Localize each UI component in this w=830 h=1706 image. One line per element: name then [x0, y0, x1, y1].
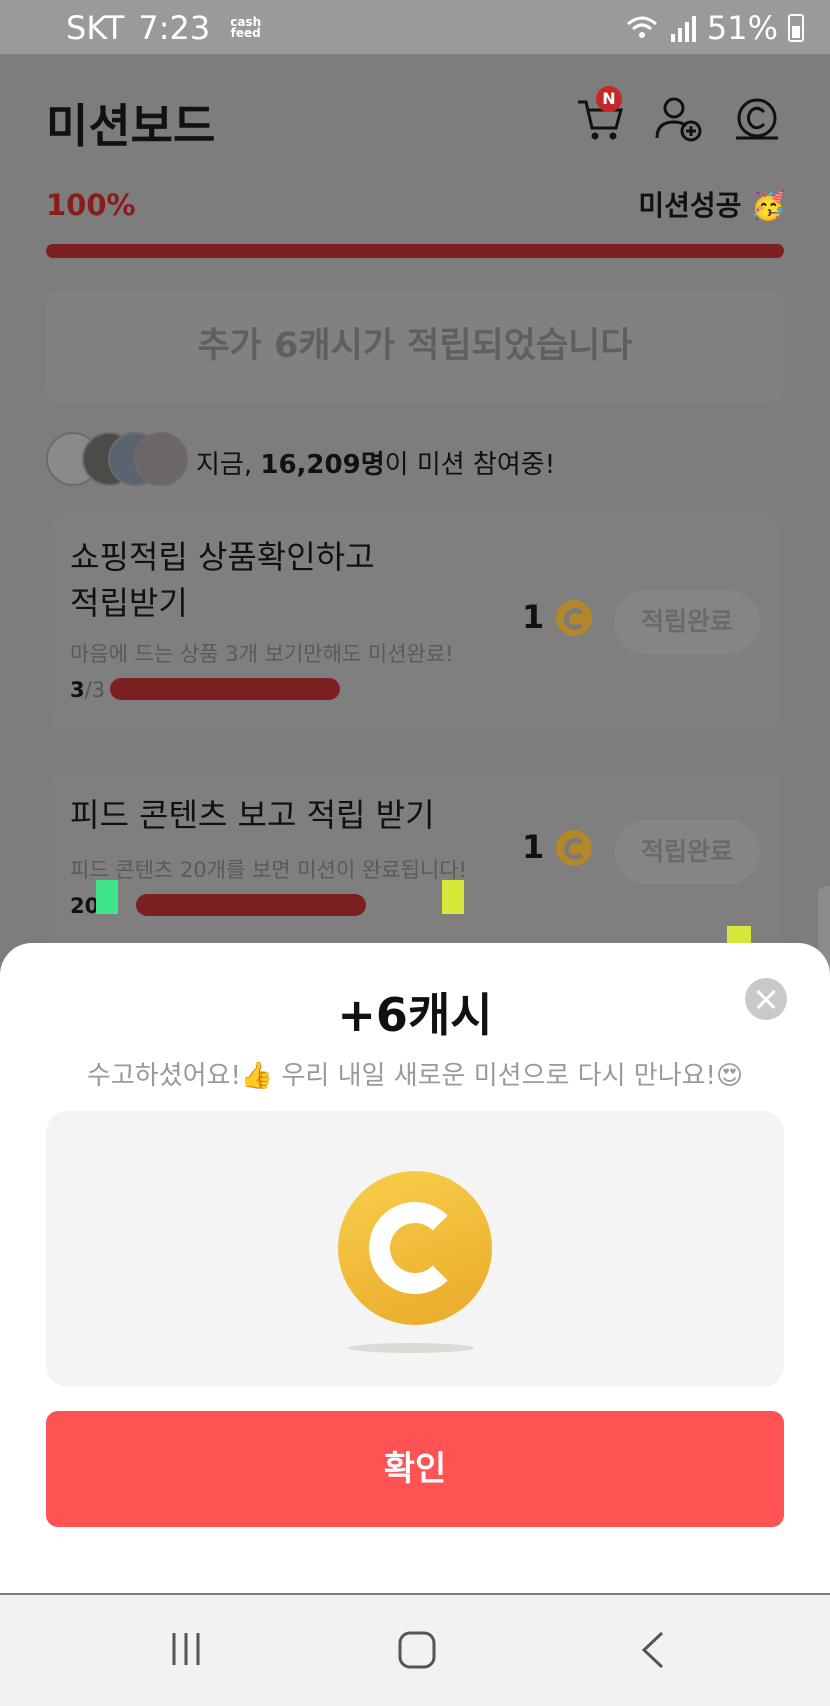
- reward-amount: 1: [522, 828, 545, 866]
- mission-description: 피드 콘텐츠 20개를 보면 미션이 완료됩니다!: [70, 858, 467, 882]
- recent-apps-icon[interactable]: [168, 1631, 204, 1667]
- coin-icon: [338, 1171, 492, 1325]
- carrier: SKT: [66, 9, 125, 47]
- bonus-notice: 추가 6캐시가 적립되었습니다: [46, 290, 784, 402]
- coin-shadow: [348, 1343, 474, 1353]
- status-bar: SKT 7:23 cash feed 51%: [0, 0, 830, 54]
- coin-outline-icon: [736, 98, 778, 140]
- avatar: [134, 432, 188, 486]
- back-icon[interactable]: [640, 1631, 666, 1669]
- add-user-icon: [655, 97, 702, 142]
- mission-title: 쇼핑적립 상품확인하고 적립받기: [70, 538, 375, 622]
- coin-icon: [556, 600, 592, 636]
- system-nav-bar: [0, 1595, 830, 1706]
- coin-panel: [46, 1111, 784, 1387]
- participant-avatars: [46, 432, 188, 486]
- battery-percent: 51%: [706, 9, 778, 47]
- confirm-button[interactable]: 확인: [46, 1411, 784, 1527]
- glitch-marker: [96, 880, 118, 914]
- cashfeed-logo: cash feed: [230, 15, 262, 40]
- mission-title: 피드 콘텐츠 보고 적립 받기: [70, 796, 435, 834]
- invite-friend-button[interactable]: [654, 94, 704, 144]
- close-icon[interactable]: [745, 978, 787, 1020]
- overall-progress-bar: [46, 244, 784, 258]
- mission-success-label: 미션성공 🥳: [638, 189, 786, 222]
- reward-subtitle: 수고하셨어요!👍 우리 내일 새로운 미션으로 다시 만나요!😍: [86, 1061, 744, 1091]
- mission-description: 마음에 드는 상품 3개 보기만해도 미션완료!: [70, 642, 454, 666]
- glitch-marker: [442, 880, 464, 914]
- reward-title: +6캐시: [337, 988, 493, 1042]
- participants-text: 지금, 16,209명이 미션 참여중!: [196, 450, 556, 480]
- mission-progress-bar: [110, 678, 340, 700]
- claim-complete-button[interactable]: 적립완료: [614, 820, 760, 884]
- reward-amount: 1: [522, 598, 545, 636]
- claim-complete-button[interactable]: 적립완료: [614, 590, 760, 654]
- battery-icon: [788, 14, 804, 42]
- clock: 7:23: [138, 9, 211, 47]
- progress-percent: 100%: [46, 188, 136, 222]
- mission-card[interactable]: 쇼핑적립 상품확인하고 적립받기 마음에 드는 상품 3개 보기만해도 미션완료!…: [50, 512, 780, 730]
- cart-badge: N: [596, 86, 622, 112]
- cash-button[interactable]: [732, 94, 782, 144]
- mission-progress-text: 3/3: [70, 678, 106, 702]
- cart-button[interactable]: N: [576, 86, 626, 144]
- reward-bottom-sheet: +6캐시 수고하셨어요!👍 우리 내일 새로운 미션으로 다시 만나요!😍 확인: [0, 943, 830, 1593]
- coin-icon: [556, 830, 592, 866]
- signal-icon: [670, 16, 696, 42]
- wifi-icon: [626, 16, 657, 38]
- page-title: 미션보드: [46, 99, 216, 153]
- mission-progress-bar: [136, 894, 366, 916]
- home-icon[interactable]: [398, 1631, 436, 1669]
